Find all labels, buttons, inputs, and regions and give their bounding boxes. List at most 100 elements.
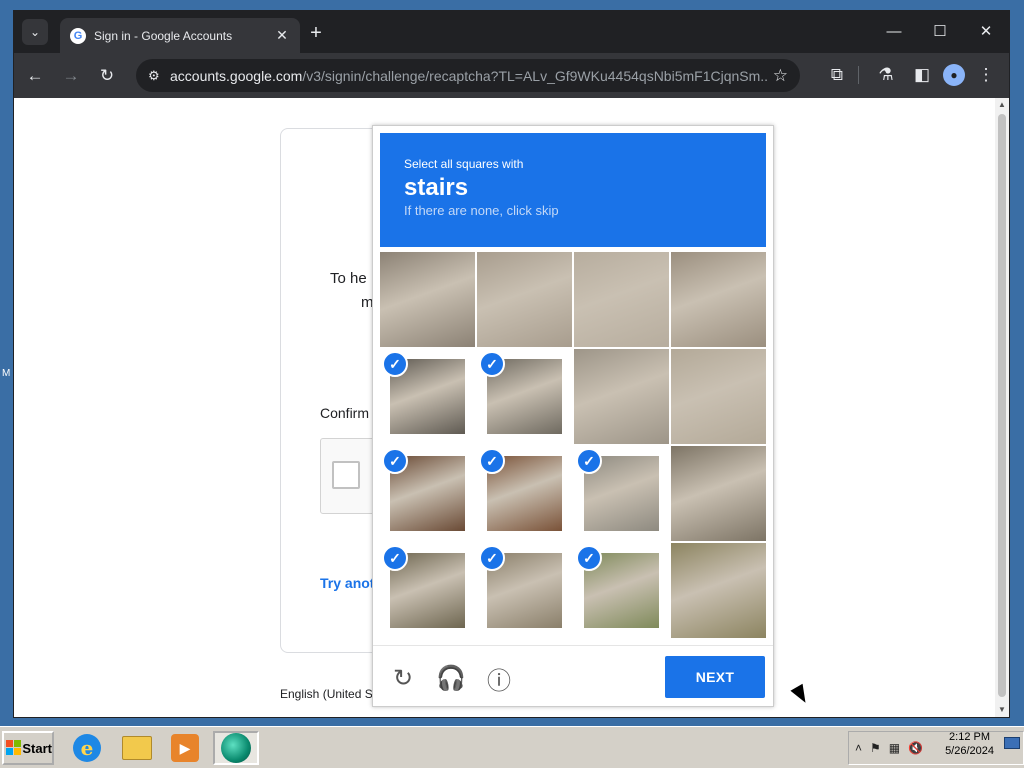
- tile-image: [671, 349, 766, 444]
- selected-check-icon: ✓: [382, 545, 408, 571]
- new-tab-button[interactable]: +: [306, 23, 326, 43]
- selected-check-icon: ✓: [382, 448, 408, 474]
- system-clock[interactable]: 2:12 PM 5/26/2024: [945, 730, 994, 758]
- tile-image: [477, 252, 572, 347]
- start-button[interactable]: Start: [2, 731, 54, 765]
- challenge-tile[interactable]: [574, 349, 669, 444]
- site-info-icon[interactable]: ⚙: [148, 68, 170, 84]
- info-icon[interactable]: ⓘ: [485, 664, 513, 695]
- scrollbar-thumb[interactable]: [998, 114, 1006, 697]
- challenge-tile[interactable]: ✓: [380, 349, 475, 444]
- tile-image: [574, 252, 669, 347]
- menu-kebab-icon[interactable]: ⋮: [971, 60, 1001, 90]
- challenge-tile[interactable]: ✓: [380, 543, 475, 638]
- challenge-tile[interactable]: ✓: [477, 349, 572, 444]
- minimize-icon[interactable]: —: [871, 11, 917, 51]
- page-scrollbar[interactable]: ▲ ▼: [995, 98, 1009, 717]
- taskbar: Start e ▶ ˄ ⚑ ▦ 🔇 2:12 PM 5/26/2024: [0, 726, 1024, 768]
- scroll-up-icon[interactable]: ▲: [995, 98, 1009, 112]
- page-viewport: To he m Confirm Try anot English (United…: [14, 98, 996, 717]
- tile-image: [671, 446, 766, 541]
- challenge-tile[interactable]: [671, 252, 766, 347]
- tab-bar: ⌄ G Sign in - Google Accounts ✕ + — ☐ ✕: [14, 11, 1009, 53]
- close-tab-icon[interactable]: ✕: [274, 27, 290, 44]
- tile-image: [574, 349, 669, 444]
- forward-button[interactable]: →: [56, 61, 86, 91]
- address-bar[interactable]: ⚙ accounts.google.com/v3/signin/challeng…: [136, 59, 800, 92]
- challenge-tile[interactable]: ✓: [574, 446, 669, 541]
- chevron-down-icon: ⌄: [29, 25, 41, 39]
- folder-icon: [122, 736, 152, 760]
- desktop-edge-text: M: [2, 368, 11, 379]
- url-host: accounts.google.com: [170, 67, 303, 84]
- taskbar-file-explorer[interactable]: [118, 731, 156, 765]
- taskbar-browser[interactable]: [213, 731, 259, 765]
- challenge-tile[interactable]: ✓: [574, 543, 669, 638]
- reload-button[interactable]: ↻: [92, 61, 122, 91]
- challenge-tile[interactable]: [574, 252, 669, 347]
- try-another-way-link[interactable]: Try anot: [320, 575, 374, 591]
- extensions-icon[interactable]: ⧉: [822, 60, 852, 90]
- tile-image: [671, 252, 766, 347]
- google-favicon-icon: G: [70, 27, 86, 44]
- network-icon[interactable]: ▦: [889, 741, 900, 755]
- media-player-icon: ▶: [171, 734, 199, 762]
- tab-search-button[interactable]: ⌄: [22, 19, 48, 45]
- profile-avatar-icon[interactable]: ●: [943, 64, 965, 86]
- challenge-tile[interactable]: ✓: [477, 446, 572, 541]
- bookmark-star-icon[interactable]: ☆: [773, 66, 788, 86]
- browser-window: ⌄ G Sign in - Google Accounts ✕ + — ☐ ✕ …: [13, 10, 1010, 718]
- selected-check-icon: ✓: [479, 545, 505, 571]
- volume-muted-icon[interactable]: 🔇: [908, 741, 923, 755]
- side-panel-icon[interactable]: ◧: [907, 60, 937, 90]
- back-button[interactable]: ←: [20, 61, 50, 91]
- tile-image: [380, 252, 475, 347]
- selected-check-icon: ✓: [479, 351, 505, 377]
- toolbar-right: ⧉ ⚗ ◧ ● ⋮: [816, 60, 1001, 90]
- challenge-tile[interactable]: [671, 446, 766, 541]
- browser-orb-icon: [221, 733, 251, 763]
- challenge-hint: If there are none, click skip: [404, 203, 559, 218]
- challenge-instruction: Select all squares with: [404, 157, 524, 171]
- taskbar-media-player[interactable]: ▶: [166, 731, 204, 765]
- tray-expand-icon[interactable]: ˄: [855, 741, 862, 755]
- audio-challenge-headphones-icon[interactable]: 🎧: [436, 664, 466, 692]
- challenge-tile[interactable]: [477, 252, 572, 347]
- close-window-icon[interactable]: ✕: [963, 11, 1009, 51]
- url-text[interactable]: accounts.google.com/v3/signin/challenge/…: [170, 68, 767, 84]
- tile-image: [671, 543, 766, 638]
- clock-time: 2:12 PM: [949, 731, 991, 743]
- url-path: /v3/signin/challenge/recaptcha?TL=ALv_Gf…: [302, 67, 767, 84]
- challenge-header: Select all squares with stairs If there …: [380, 133, 766, 247]
- next-button[interactable]: NEXT: [665, 656, 765, 698]
- action-center-flag-icon[interactable]: ⚑: [870, 741, 881, 755]
- challenge-tile[interactable]: [380, 252, 475, 347]
- language-selector[interactable]: English (United S: [280, 687, 373, 701]
- recaptcha-checkbox[interactable]: [332, 461, 360, 489]
- reload-challenge-icon[interactable]: ↻: [389, 664, 417, 692]
- show-desktop-icon[interactable]: [1004, 737, 1020, 749]
- selected-check-icon: ✓: [479, 448, 505, 474]
- scroll-down-icon[interactable]: ▼: [995, 703, 1009, 717]
- browser-toolbar: ← → ↻ ⚙ accounts.google.com/v3/signin/ch…: [14, 53, 1009, 98]
- recaptcha-challenge-dialog: Select all squares with stairs If there …: [372, 125, 774, 707]
- selected-check-icon: ✓: [576, 545, 602, 571]
- system-tray: ˄ ⚑ ▦ 🔇: [848, 731, 1024, 765]
- labs-flask-icon[interactable]: ⚗: [871, 60, 901, 90]
- confirm-label: Confirm: [320, 405, 370, 421]
- challenge-tile[interactable]: [671, 543, 766, 638]
- challenge-tile[interactable]: [671, 349, 766, 444]
- tab-sign-in[interactable]: G Sign in - Google Accounts ✕: [60, 18, 300, 53]
- challenge-keyword: stairs: [404, 174, 469, 201]
- taskbar-internet-explorer[interactable]: e: [68, 731, 106, 765]
- maximize-icon[interactable]: ☐: [917, 11, 963, 51]
- challenge-image-grid: ✓ ✓ ✓ ✓ ✓ ✓ ✓ ✓: [380, 252, 767, 639]
- challenge-tile[interactable]: ✓: [477, 543, 572, 638]
- selected-check-icon: ✓: [382, 351, 408, 377]
- clock-date: 5/26/2024: [945, 745, 994, 757]
- signin-intro-text: To he: [330, 270, 367, 287]
- challenge-tile[interactable]: ✓: [380, 446, 475, 541]
- internet-explorer-icon: e: [73, 734, 101, 762]
- window-controls: — ☐ ✕: [871, 11, 1009, 51]
- windows-logo-icon: [6, 740, 21, 756]
